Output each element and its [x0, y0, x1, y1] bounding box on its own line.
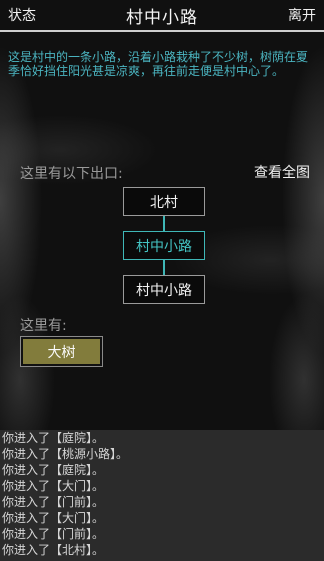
map-connector-north: [163, 216, 165, 231]
status-button[interactable]: 状态: [8, 5, 36, 25]
object-button-tree[interactable]: 大树: [20, 336, 103, 367]
log-line: 你进入了【门前】。: [2, 527, 105, 541]
location-description: 这是村中的一条小路，沿着小路栽种了不少树，树荫在夏季恰好挡住阳光甚是凉爽，再往前…: [8, 50, 309, 78]
exits-label: 这里有以下出口:: [20, 166, 123, 182]
object-label: 大树: [47, 344, 76, 361]
here-label: 这里有:: [20, 318, 67, 334]
full-map-button[interactable]: 查看全图: [254, 162, 310, 182]
message-log[interactable]: 你进入了【庭院】。 你进入了【桃源小路】。 你进入了【庭院】。 你进入了【大门】…: [0, 430, 324, 561]
leave-button[interactable]: 离开: [288, 5, 316, 25]
log-line: 你进入了【北村】。: [2, 543, 105, 557]
header-divider: [0, 30, 324, 32]
log-line: 你进入了【大门】。: [2, 479, 105, 493]
exit-south-label: 村中小路: [136, 282, 192, 299]
log-line: 你进入了【门前】。: [2, 495, 105, 509]
log-line: 你进入了【庭院】。: [2, 431, 105, 445]
log-line: 你进入了【大门】。: [2, 511, 105, 525]
exit-south-node[interactable]: 村中小路: [123, 275, 205, 304]
map-connector-south: [163, 260, 165, 275]
top-bar: 状态 村中小路 离开: [0, 0, 324, 30]
object-button-tree-face: 大树: [23, 339, 100, 364]
log-line: 你进入了【桃源小路】。: [2, 447, 129, 461]
current-location-node: 村中小路: [123, 231, 205, 260]
exit-north-label: 北村: [150, 194, 178, 211]
exit-north-node[interactable]: 北村: [123, 187, 205, 216]
current-location-label: 村中小路: [136, 238, 192, 255]
location-title: 村中小路: [126, 7, 198, 28]
log-line: 你进入了【庭院】。: [2, 463, 105, 477]
